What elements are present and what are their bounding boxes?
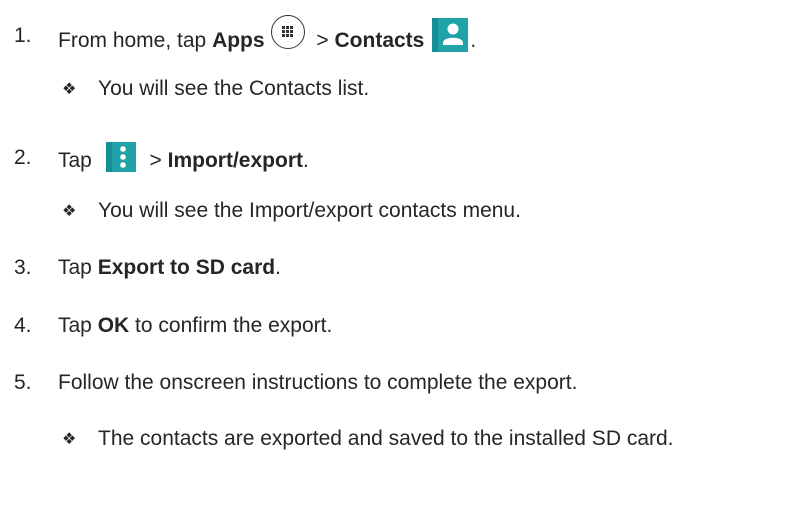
export-sd-label: Export to SD card	[97, 256, 276, 279]
step-text: Follow the onscreen instructions to comp…	[58, 371, 577, 395]
step-text-before: From home, tap	[58, 29, 213, 52]
step-text-before: Tap	[58, 149, 98, 172]
step-text-after: .	[470, 29, 477, 52]
step-text: Tap OK to confirm the export.	[58, 314, 332, 338]
step-text: Tap Export to SD card .	[58, 256, 281, 280]
bullet-icon: ❖	[62, 79, 77, 98]
step-text-before: Tap	[58, 256, 98, 279]
apps-label: Apps	[212, 29, 265, 52]
import-export-label: Import/export	[167, 149, 303, 172]
step-separator: >	[310, 29, 335, 52]
contacts-person-icon	[432, 18, 469, 52]
step-text: From home, tap Apps > Contacts .	[58, 15, 477, 58]
sub-item: ❖ You will see the Import/export contact…	[62, 199, 521, 223]
contacts-label: Contacts	[334, 29, 425, 52]
step-number: 3.	[14, 256, 32, 279]
sub-text: The contacts are exported and saved to t…	[98, 427, 674, 450]
bullet-icon: ❖	[62, 429, 77, 448]
sub-item: ❖ The contacts are exported and saved to…	[62, 427, 674, 451]
step-text-after: to confirm the export.	[129, 314, 333, 337]
sub-item: ❖ You will see the Contacts list.	[62, 77, 369, 101]
sub-text: You will see the Import/export contacts …	[98, 199, 521, 222]
step-number: 1.	[14, 24, 32, 47]
step-text-before: Follow the onscreen instructions to comp…	[58, 371, 578, 394]
ok-label: OK	[97, 314, 130, 337]
step-text-after: .	[275, 256, 281, 279]
bullet-icon: ❖	[62, 201, 77, 220]
apps-grid-icon	[270, 15, 305, 49]
step-text-after: .	[302, 149, 309, 172]
step-separator: >	[143, 149, 168, 172]
step-text: Tap > Import/export .	[58, 142, 309, 176]
step-number: 4.	[14, 314, 32, 337]
overflow-menu-icon	[105, 142, 136, 172]
sub-text: You will see the Contacts list.	[98, 77, 370, 100]
step-text-before: Tap	[58, 314, 98, 337]
step-number: 5.	[14, 371, 32, 394]
step-number: 2.	[14, 146, 32, 169]
